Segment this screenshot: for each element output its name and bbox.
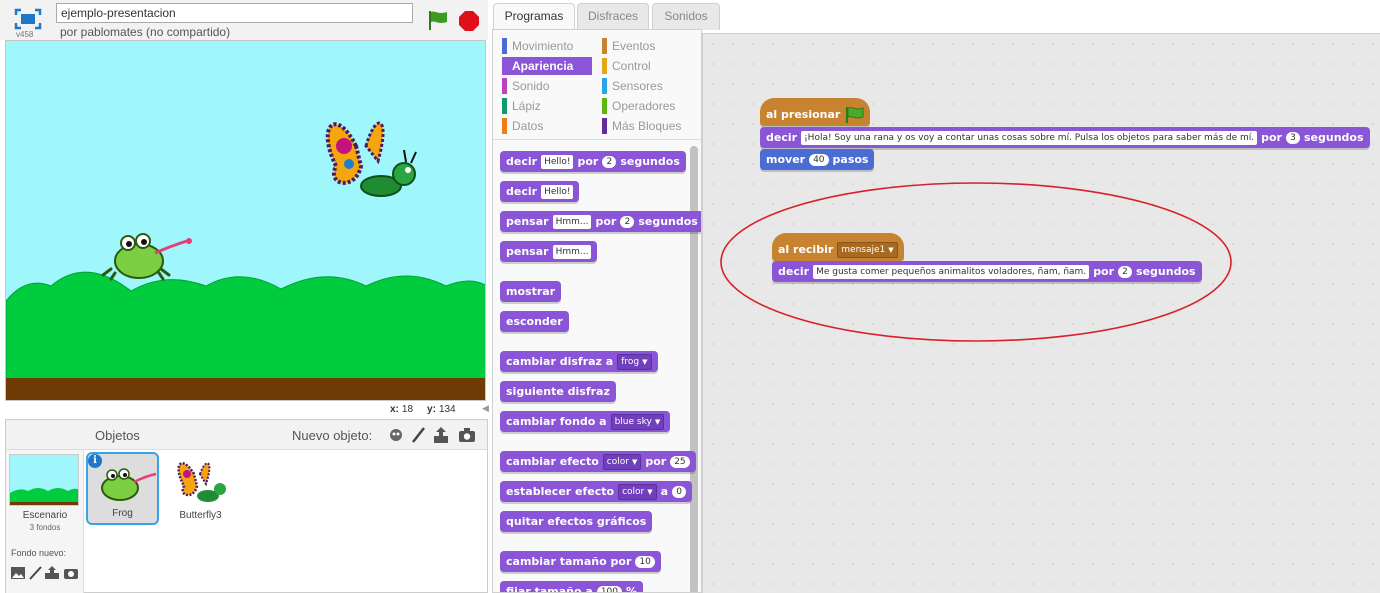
- new-sprite-label: Nuevo objeto:: [292, 428, 373, 443]
- sprite-library-icon[interactable]: [387, 426, 405, 444]
- project-title-input[interactable]: [56, 3, 413, 23]
- block-clear-effects[interactable]: quitar efectos gráficos: [500, 511, 653, 532]
- category-apariencia[interactable]: Apariencia: [502, 57, 592, 75]
- category-sonido[interactable]: Sonido: [502, 77, 592, 95]
- category-datos[interactable]: Datos: [502, 117, 592, 135]
- sprite-name: Frog: [112, 508, 133, 519]
- author-label: por pablomates (no compartido): [60, 25, 231, 39]
- sprite-panel: Objetos Nuevo objeto: Escenario 3 fondos…: [5, 419, 488, 593]
- camera-icon[interactable]: [458, 426, 476, 444]
- category-mas-bloques[interactable]: Más Bloques: [602, 117, 692, 135]
- green-flag-icon[interactable]: [427, 9, 449, 31]
- camera-backdrop-icon[interactable]: [63, 566, 79, 580]
- category-control[interactable]: Control: [602, 57, 692, 75]
- backdrop-library-icon[interactable]: [10, 566, 26, 580]
- block-hide[interactable]: esconder: [500, 311, 569, 332]
- tab-programas[interactable]: Programas: [493, 3, 575, 31]
- block-say-for-secs[interactable]: decir Hello! por 2 segundos: [500, 151, 686, 172]
- block-think[interactable]: pensar Hmm...: [500, 241, 598, 262]
- category-operadores[interactable]: Operadores: [602, 97, 692, 115]
- scratch-editor: v458 por pablomates (no compartido): [0, 0, 1380, 593]
- category-eventos[interactable]: Eventos: [602, 37, 692, 55]
- stop-icon[interactable]: [458, 10, 480, 32]
- block-switch-costume[interactable]: cambiar disfraz a frog ▼: [500, 351, 658, 372]
- sprite-name: Butterfly3: [179, 510, 222, 521]
- tab-sonidos[interactable]: Sonidos: [652, 3, 720, 30]
- stage-thumbnail[interactable]: [9, 454, 79, 506]
- block-palette: Movimiento Eventos Apariencia Control So…: [492, 29, 702, 593]
- collapse-arrow-icon[interactable]: ◀: [482, 403, 492, 417]
- highlight-ellipse: [720, 182, 1232, 342]
- tab-disfraces[interactable]: Disfraces: [577, 3, 649, 30]
- category-sensores[interactable]: Sensores: [602, 77, 692, 95]
- block-set-size[interactable]: fijar tamaño a 100%: [500, 581, 644, 592]
- fullscreen-icon[interactable]: [14, 8, 42, 30]
- stage-column: Escenario 3 fondos Fondo nuevo:: [6, 450, 84, 593]
- stage-toolbar: v458 por pablomates (no compartido): [0, 0, 488, 40]
- sprite-tile-frog[interactable]: i Frog: [86, 452, 159, 525]
- sprites-title: Objetos: [95, 428, 140, 443]
- mouse-x: 18: [401, 404, 414, 415]
- say-for-secs-block[interactable]: decir ¡Hola! Soy una rana y os voy a cont…: [760, 127, 1370, 148]
- steps-input[interactable]: 40: [809, 153, 829, 166]
- mouse-coordinates: x: 18 y: 134: [390, 404, 456, 415]
- sprite-panel-header: Objetos Nuevo objeto:: [6, 420, 487, 450]
- say-text-input[interactable]: ¡Hola! Soy una rana y os voy a contar un…: [801, 130, 1258, 145]
- new-backdrop-label: Fondo nuevo:: [11, 548, 67, 558]
- stage-label: Escenario: [22, 510, 68, 521]
- paint-backdrop-icon[interactable]: [28, 566, 44, 580]
- upload-icon[interactable]: [432, 426, 450, 444]
- stage[interactable]: [5, 40, 486, 401]
- block-think-for-secs[interactable]: pensar Hmm... por 2 segundos: [500, 211, 701, 232]
- paint-brush-icon[interactable]: [410, 426, 428, 444]
- block-switch-backdrop[interactable]: cambiar fondo a blue sky ▼: [500, 411, 671, 432]
- palette-divider: [493, 139, 701, 140]
- block-say[interactable]: decir Hello!: [500, 181, 580, 202]
- block-show[interactable]: mostrar: [500, 281, 562, 302]
- category-lapiz[interactable]: Lápiz: [502, 97, 592, 115]
- sprite-tile-butterfly3[interactable]: Butterfly3: [164, 452, 237, 525]
- upload-backdrop-icon[interactable]: [44, 566, 60, 580]
- version-label: v458: [16, 30, 34, 39]
- block-set-effect[interactable]: establecer efecto color ▼ a 0: [500, 481, 693, 502]
- category-movimiento[interactable]: Movimiento: [502, 37, 592, 55]
- block-change-size[interactable]: cambiar tamaño por 10: [500, 551, 661, 572]
- block-next-costume[interactable]: siguiente disfraz: [500, 381, 616, 402]
- mouse-y: 134: [438, 404, 456, 415]
- green-flag-icon: [846, 106, 864, 123]
- backdrop-count: 3 fondos: [29, 523, 61, 532]
- move-steps-block[interactable]: mover 40 pasos: [760, 149, 875, 170]
- when-flag-clicked-block[interactable]: al presionar: [760, 98, 871, 126]
- block-change-effect[interactable]: cambiar efecto color ▼ por 25: [500, 451, 696, 472]
- secs-input[interactable]: 3: [1285, 131, 1300, 144]
